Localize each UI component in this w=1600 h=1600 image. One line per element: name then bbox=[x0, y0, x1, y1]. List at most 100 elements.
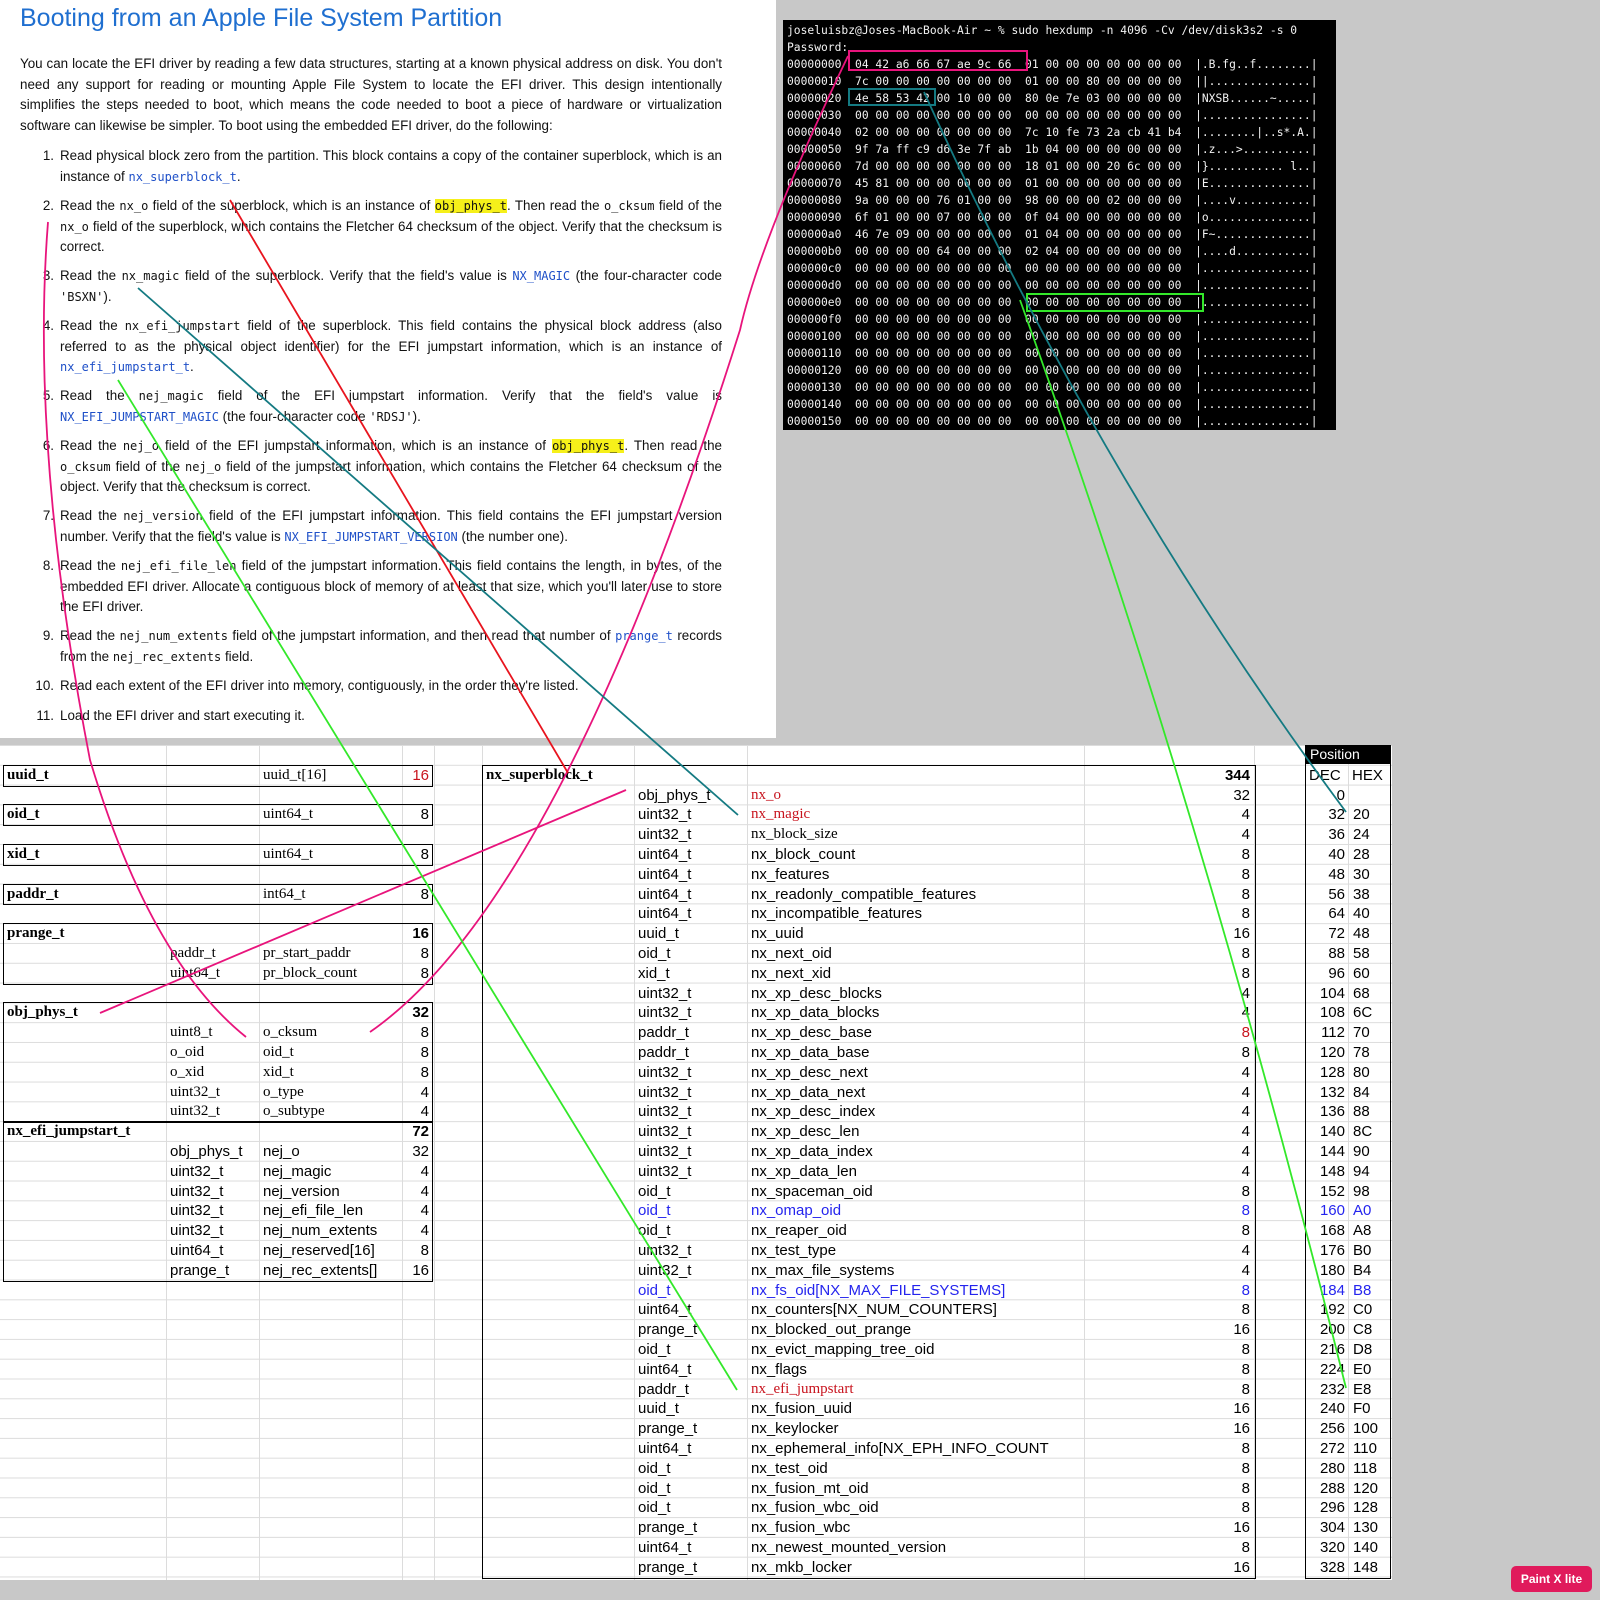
sb-field-size: 8 bbox=[1241, 1024, 1250, 1042]
sb-offset-hex: C8 bbox=[1353, 1321, 1373, 1339]
type-size: 72 bbox=[412, 1123, 429, 1141]
step-10: 10. Read each extent of the EFI driver in… bbox=[35, 678, 579, 693]
field-type: uint32_t bbox=[170, 1162, 224, 1180]
sb-field-name: nx_fusion_mt_oid bbox=[751, 1479, 869, 1497]
sb-field-name: nx_magic bbox=[751, 806, 811, 823]
sb-offset-hex: 100 bbox=[1353, 1420, 1379, 1438]
sb-offset-dec: 192 bbox=[1319, 1301, 1345, 1319]
sb-field-size: 16 bbox=[1233, 1519, 1250, 1537]
sb-field-size: 8 bbox=[1241, 1182, 1250, 1200]
sb-field-type: uint64_t bbox=[638, 1301, 692, 1319]
sb-offset-hex: 88 bbox=[1353, 1103, 1370, 1121]
sb-offset-dec: 160 bbox=[1319, 1202, 1345, 1220]
field-size: 4 bbox=[420, 1222, 429, 1240]
step-9: 9. Read the nej_num_extents field of the … bbox=[42, 628, 722, 664]
field-name: nej_version bbox=[263, 1182, 340, 1200]
sb-field-size: 4 bbox=[1241, 1261, 1250, 1279]
sb-offset-dec: 200 bbox=[1319, 1321, 1345, 1339]
sb-offset-hex: 8C bbox=[1353, 1123, 1373, 1141]
field-size: 4 bbox=[420, 1202, 429, 1220]
sb-field-size: 8 bbox=[1241, 905, 1250, 923]
type-name: oid_t bbox=[7, 806, 40, 823]
sb-offset-dec: 88 bbox=[1328, 945, 1345, 962]
sb-field-type: uint64_t bbox=[638, 865, 692, 883]
sb-field-name: nx_xp_data_base bbox=[751, 1044, 870, 1061]
sb-field-name: nx_xp_data_len bbox=[751, 1162, 857, 1180]
hexdump-row: 00000130 00 00 00 00 00 00 00 00 00 00 0… bbox=[787, 381, 1318, 394]
type-base: uuid_t[16] bbox=[263, 766, 327, 783]
sb-field-name: nx_next_xid bbox=[751, 964, 832, 982]
sb-field-size: 16 bbox=[1233, 1558, 1250, 1576]
sb-field-type: oid_t bbox=[638, 1182, 671, 1200]
field-name: pr_start_paddr bbox=[263, 945, 351, 961]
sb-field-size: 8 bbox=[1241, 1222, 1250, 1240]
sb-field-size: 4 bbox=[1241, 806, 1250, 824]
sb-offset-dec: 288 bbox=[1319, 1479, 1345, 1497]
hexdump-row: 00000140 00 00 00 00 00 00 00 00 00 00 0… bbox=[787, 398, 1318, 411]
field-name: o_subtype bbox=[263, 1103, 325, 1120]
sb-field-name: nx_xp_desc_blocks bbox=[751, 984, 882, 1002]
field-type: uint8_t bbox=[170, 1024, 213, 1041]
terminal-window[interactable]: joseluisbz@Joses-MacBook-Air ~ % sudo he… bbox=[783, 20, 1336, 430]
terminal-password: Password: bbox=[787, 41, 849, 54]
type-size: 8 bbox=[420, 885, 429, 903]
field-size: 8 bbox=[420, 1242, 429, 1259]
sb-field-size: 32 bbox=[1233, 786, 1250, 804]
step-2: 2. Read the nx_o field of the superblock,… bbox=[42, 198, 722, 254]
sb-field-size: 8 bbox=[1241, 865, 1250, 883]
hexdump-row: 00000040 02 00 00 00 00 00 00 00 7c 10 f… bbox=[787, 126, 1318, 139]
sb-field-name: nx_incompatible_features bbox=[751, 905, 922, 923]
step-3: 3. Read the nx_magic field of the superbl… bbox=[42, 268, 723, 304]
field-type: o_xid bbox=[170, 1063, 205, 1080]
sb-field-type: uint32_t bbox=[638, 1143, 692, 1160]
field-name: oid_t bbox=[263, 1044, 294, 1060]
sb-field-type: uint32_t bbox=[638, 984, 692, 1002]
paint-x-lite-badge[interactable]: Paint X lite bbox=[1511, 1566, 1592, 1592]
hexdump-row: 00000050 9f 7a ff c9 d6 3e 7f ab 1b 04 0… bbox=[787, 143, 1318, 156]
sb-offset-dec: 180 bbox=[1319, 1261, 1345, 1279]
sb-offset-dec: 112 bbox=[1321, 1024, 1345, 1042]
step-1: 1. Read physical block zero from the part… bbox=[42, 148, 722, 184]
sb-field-name: nx_xp_desc_base bbox=[751, 1024, 872, 1042]
type-name: prange_t bbox=[7, 925, 65, 942]
sb-field-type: prange_t bbox=[638, 1519, 698, 1537]
step-8: 8. Read the nej_efi_file_len field of the… bbox=[42, 558, 722, 614]
sb-field-type: oid_t bbox=[638, 1222, 671, 1240]
sb-field-type: uuid_t bbox=[638, 1400, 679, 1418]
sb-offset-dec: 128 bbox=[1319, 1063, 1345, 1081]
sb-field-size: 4 bbox=[1241, 1123, 1250, 1141]
sb-offset-hex: 84 bbox=[1353, 1083, 1370, 1101]
sb-field-size: 8 bbox=[1241, 1380, 1250, 1398]
sb-field-type: uint32_t bbox=[638, 1123, 692, 1141]
sb-field-size: 8 bbox=[1241, 1044, 1250, 1061]
field-name: nej_rec_extents[] bbox=[263, 1261, 378, 1279]
sb-offset-hex: 128 bbox=[1353, 1499, 1379, 1517]
sb-offset-dec: 0 bbox=[1336, 786, 1345, 804]
hexdump-row: 00000100 00 00 00 00 00 00 00 00 00 00 0… bbox=[787, 330, 1318, 343]
sb-field-type: uuid_t bbox=[638, 925, 679, 943]
sb-field-size: 8 bbox=[1241, 1202, 1250, 1220]
sb-offset-hex: 68 bbox=[1353, 984, 1370, 1002]
sb-field-name: nx_xp_desc_next bbox=[751, 1063, 868, 1081]
sb-offset-hex: C0 bbox=[1353, 1301, 1373, 1319]
step-7: 7. Read the nej_version field of the EFI … bbox=[42, 508, 722, 544]
field-type: uint64_t bbox=[170, 1242, 224, 1259]
sb-offset-hex: 28 bbox=[1353, 846, 1370, 863]
hexdump-row: 000000c0 00 00 00 00 00 00 00 00 00 00 0… bbox=[787, 262, 1318, 275]
sb-field-size: 8 bbox=[1241, 1360, 1250, 1378]
sb-offset-dec: 48 bbox=[1328, 865, 1345, 883]
hexdump-row: 00000030 00 00 00 00 00 00 00 00 00 00 0… bbox=[787, 109, 1318, 122]
field-type: uint32_t bbox=[170, 1182, 224, 1200]
sb-field-size: 8 bbox=[1241, 1440, 1250, 1457]
field-size: 4 bbox=[420, 1162, 429, 1180]
type-name: obj_phys_t bbox=[7, 1004, 78, 1021]
sb-field-type: oid_t bbox=[638, 1202, 671, 1220]
sb-offset-dec: 232 bbox=[1319, 1380, 1345, 1398]
sb-offset-hex: 58 bbox=[1353, 945, 1370, 962]
field-type: uint32_t bbox=[170, 1202, 224, 1220]
field-name: xid_t bbox=[263, 1063, 294, 1080]
sb-field-size: 4 bbox=[1241, 1162, 1250, 1180]
sb-field-size: 8 bbox=[1241, 1479, 1250, 1497]
sb-field-name: nx_fs_oid[NX_MAX_FILE_SYSTEMS] bbox=[751, 1281, 1006, 1299]
sb-offset-hex: 30 bbox=[1353, 865, 1370, 883]
